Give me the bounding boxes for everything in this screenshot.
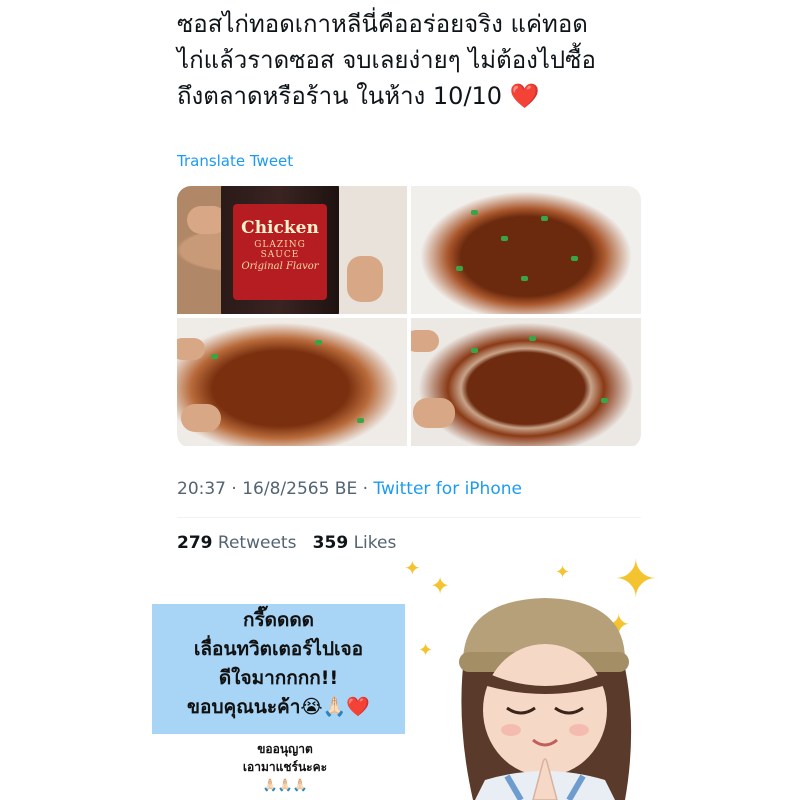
tweet-media-grid: Chicken GLAZING SAUCE Original Flavor [177, 186, 641, 448]
tweet-card: ซอสไก่ทอดเกาหลีนี่คืออร่อยจริง แค่ทอด ไก… [155, 0, 665, 580]
tweet-meta: 20:37 · 16/8/2565 BE · Twitter for iPhon… [177, 479, 522, 499]
tweet-time[interactable]: 20:37 [177, 479, 226, 499]
label-line-1: Chicken [241, 218, 319, 238]
garnish [501, 236, 508, 241]
sparkle-icon: ✦ [404, 556, 421, 580]
tweet-source-link[interactable]: Twitter for iPhone [373, 479, 522, 499]
finger-image [411, 330, 439, 352]
tweet-photo-sauce-bottle[interactable]: Chicken GLAZING SAUCE Original Flavor [177, 186, 407, 314]
retweet-label: Retweets [217, 533, 297, 553]
label-line-3: Original Flavor [241, 261, 319, 272]
permission-note: ขออนุญาต เอามาแชร์นะคะ 🙏🏻🙏🏻🙏🏻 [190, 740, 380, 794]
finger-image [177, 338, 205, 360]
meta-separator: · [357, 479, 374, 499]
garnish [601, 398, 608, 403]
finger-image [181, 404, 221, 432]
garnish [456, 266, 463, 271]
garnish [471, 348, 478, 353]
bottle-label: Chicken GLAZING SAUCE Original Flavor [233, 204, 327, 300]
garnish [357, 418, 364, 423]
finger-image [413, 398, 455, 428]
garnish [315, 340, 322, 345]
note-line: ขอบคุณนะค้า😭🙏🏻❤️ [187, 696, 370, 718]
tweet-photo-chicken-closeup[interactable] [177, 318, 407, 446]
like-count: 359 [312, 533, 349, 553]
likes-stat[interactable]: 359 Likes [313, 533, 397, 553]
note-line: ดีใจมากกกก!! [218, 667, 339, 689]
garnish [471, 210, 478, 215]
meta-separator: · [226, 479, 243, 499]
small-note-line: เอามาแชร์นะคะ [242, 760, 328, 774]
blush-shape [501, 724, 521, 736]
retweet-count: 279 [177, 533, 213, 553]
caption-note: กรี๊ดดดด เลื่อนทวิตเตอร์ไปเจอ ดีใจมากกกก… [152, 604, 405, 734]
tweet-photo-chicken-bite[interactable] [411, 318, 641, 446]
tweet-stats: 279 Retweets 359 Likes [177, 533, 396, 553]
thumb-image [347, 256, 383, 302]
note-line: เลื่อนทวิตเตอร์ไปเจอ [193, 638, 364, 660]
face-shape [483, 644, 607, 776]
tweet-text: ซอสไก่ทอดเกาหลีนี่คืออร่อยจริง แค่ทอด ไก… [177, 6, 657, 114]
garnish [571, 256, 578, 261]
like-label: Likes [353, 533, 397, 553]
blush-shape [569, 724, 589, 736]
note-line: กรี๊ดดดด [242, 609, 315, 631]
garnish [521, 276, 528, 281]
small-note-line: 🙏🏻🙏🏻🙏🏻 [262, 778, 308, 792]
divider [177, 517, 641, 518]
tweet-date[interactable]: 16/8/2565 BE [242, 479, 357, 499]
garnish [529, 336, 536, 341]
retweets-stat[interactable]: 279 Retweets [177, 533, 296, 553]
avatar-girl-praying [459, 598, 632, 800]
heart-emoji: ❤️ [509, 82, 540, 110]
garnish [211, 354, 218, 359]
translate-tweet-link[interactable]: Translate Tweet [177, 152, 293, 170]
garnish [541, 216, 548, 221]
small-note-line: ขออนุญาต [257, 742, 313, 756]
tweet-photo-chicken-plate[interactable] [411, 186, 641, 314]
label-line-2: GLAZING SAUCE [254, 240, 306, 260]
sparkle-icon: ✦ [555, 562, 571, 583]
